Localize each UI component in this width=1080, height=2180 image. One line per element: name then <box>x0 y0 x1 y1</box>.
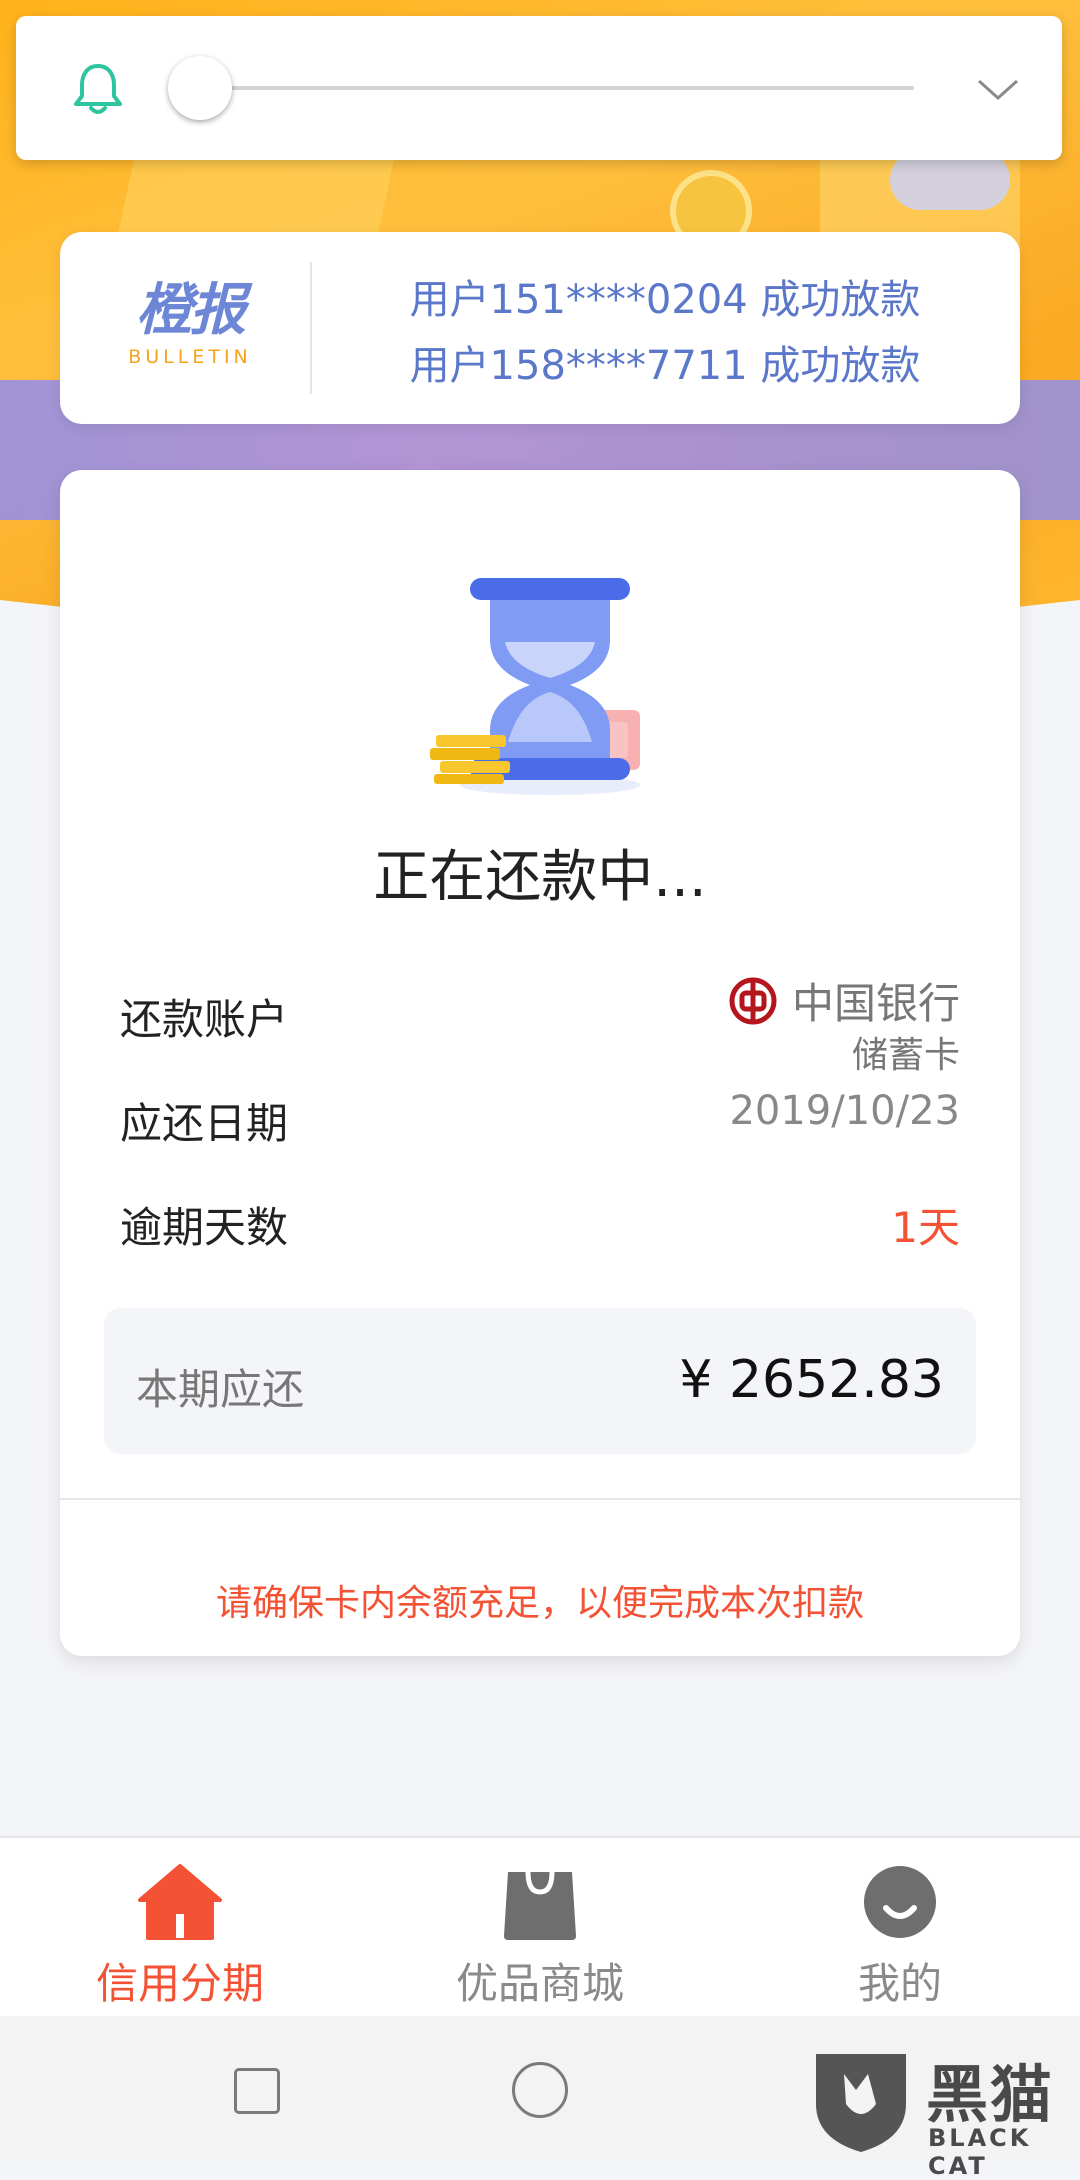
divider <box>310 262 312 394</box>
home-icon <box>138 1864 222 1940</box>
chevron-down-icon[interactable] <box>976 78 1020 102</box>
amount-due-value: ¥ 2652.83 <box>679 1350 944 1410</box>
bulletin-logo-text: 橙报 <box>136 278 246 343</box>
tab-profile[interactable]: 我的 <box>720 1838 1080 2018</box>
tab-label: 优品商城 <box>455 1959 624 2008</box>
watermark-text: 黑猫 <box>926 2058 1055 2131</box>
amount-due-box: 本期应还 ¥ 2652.83 <box>104 1308 976 1454</box>
watermark: 黑猫 BLACK CAT <box>806 2040 1080 2180</box>
repayment-card: 正在还款中... 还款账户 中国银行 储蓄卡 应还日期 2019/10/23 逾… <box>60 470 1020 1656</box>
home-button[interactable] <box>512 2062 568 2118</box>
due-date-value: 2019/10/23 <box>729 1088 960 1134</box>
notification-control-bar <box>16 16 1062 160</box>
cat-shield-logo <box>816 2054 906 2152</box>
bank-info: 中国银行 <box>728 970 960 1031</box>
watermark-subtext: BLACK CAT <box>928 2124 1032 2180</box>
bulletin-logo: 橙报 BULLETIN <box>90 280 290 380</box>
tab-premium-mall[interactable]: 优品商城 <box>360 1838 720 2018</box>
bell-icon[interactable] <box>68 58 128 118</box>
recent-apps-button[interactable] <box>234 2068 280 2114</box>
account-label: 还款账户 <box>120 995 289 1044</box>
tab-credit-installment[interactable]: 信用分期 <box>0 1838 360 2018</box>
repayment-status: 正在还款中... <box>373 845 707 910</box>
card-type: 储蓄卡 <box>851 1035 960 1076</box>
slider-thumb[interactable] <box>168 56 232 120</box>
bulletin-message: 用户151****0204 成功放款 <box>409 277 921 323</box>
bulletin-card: 橙报 BULLETIN 用户151****0204 成功放款 用户158****… <box>60 232 1020 424</box>
bank-name: 中国银行 <box>791 979 960 1028</box>
due-date-label: 应还日期 <box>120 1099 289 1148</box>
bank-of-china-icon <box>729 977 777 1024</box>
balance-notice: 请确保卡内余额充足，以便完成本次扣款 <box>215 1583 864 1624</box>
shopping-bag-icon <box>504 1871 576 1940</box>
tab-label: 我的 <box>857 1959 942 2008</box>
divider <box>60 1498 1020 1500</box>
slider-track[interactable] <box>186 86 914 90</box>
profile-icon <box>864 1866 936 1938</box>
hourglass-icon <box>430 578 640 795</box>
tab-label: 信用分期 <box>95 1959 264 2008</box>
amount-due-label: 本期应还 <box>136 1365 305 1414</box>
bulletin-message: 用户158****7711 成功放款 <box>409 343 921 389</box>
overdue-days-label: 逾期天数 <box>120 1203 289 1252</box>
overdue-days-value: 1天 <box>891 1203 960 1252</box>
bottom-tab-bar: 信用分期 优品商城 我的 <box>0 1836 1080 2018</box>
bulletin-logo-subtext: BULLETIN <box>128 346 252 368</box>
